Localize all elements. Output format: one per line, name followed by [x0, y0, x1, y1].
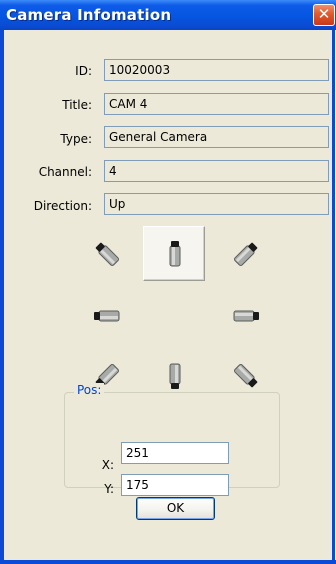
direction-button-up-left[interactable]	[76, 226, 138, 281]
close-button[interactable]: ✕	[313, 4, 335, 26]
direction-field[interactable]: Up	[104, 193, 329, 215]
camera-icon	[94, 310, 120, 322]
direction-button-right[interactable]	[213, 287, 275, 342]
camera-icon	[169, 363, 181, 389]
pos-legend: Pos:	[74, 383, 105, 397]
pos-y-label: Y:	[104, 482, 114, 496]
pos-y-field[interactable]: 175	[121, 474, 229, 496]
channel-label: Channel:	[38, 165, 92, 179]
direction-button-up[interactable]	[143, 226, 205, 281]
direction-label: Direction:	[33, 199, 92, 213]
ok-button[interactable]: OK	[136, 497, 215, 520]
window-frame-bottom	[0, 560, 336, 564]
camera-icon	[169, 241, 181, 267]
title-label: Title:	[62, 98, 92, 112]
id-label: ID:	[75, 64, 92, 78]
id-field[interactable]: 10020003	[104, 59, 329, 81]
window-title: Camera Infomation	[6, 6, 172, 24]
direction-button-up-right[interactable]	[213, 226, 275, 281]
type-field[interactable]: General Camera	[104, 126, 329, 148]
channel-field[interactable]: 4	[104, 160, 329, 182]
title-field[interactable]: CAM 4	[104, 93, 329, 115]
pos-x-label: X:	[101, 458, 114, 472]
type-label: Type:	[60, 132, 92, 146]
camera-icon	[233, 310, 259, 322]
camera-icon	[234, 242, 258, 266]
dialog-window: Camera Infomation ✕ ID: 10020003 Title: …	[0, 0, 336, 564]
title-bar[interactable]: Camera Infomation ✕	[0, 0, 336, 30]
close-icon: ✕	[317, 5, 331, 23]
direction-button-left[interactable]	[76, 287, 138, 342]
camera-icon	[95, 242, 119, 266]
pos-x-field[interactable]: 251	[121, 442, 229, 464]
camera-icon	[234, 364, 258, 388]
